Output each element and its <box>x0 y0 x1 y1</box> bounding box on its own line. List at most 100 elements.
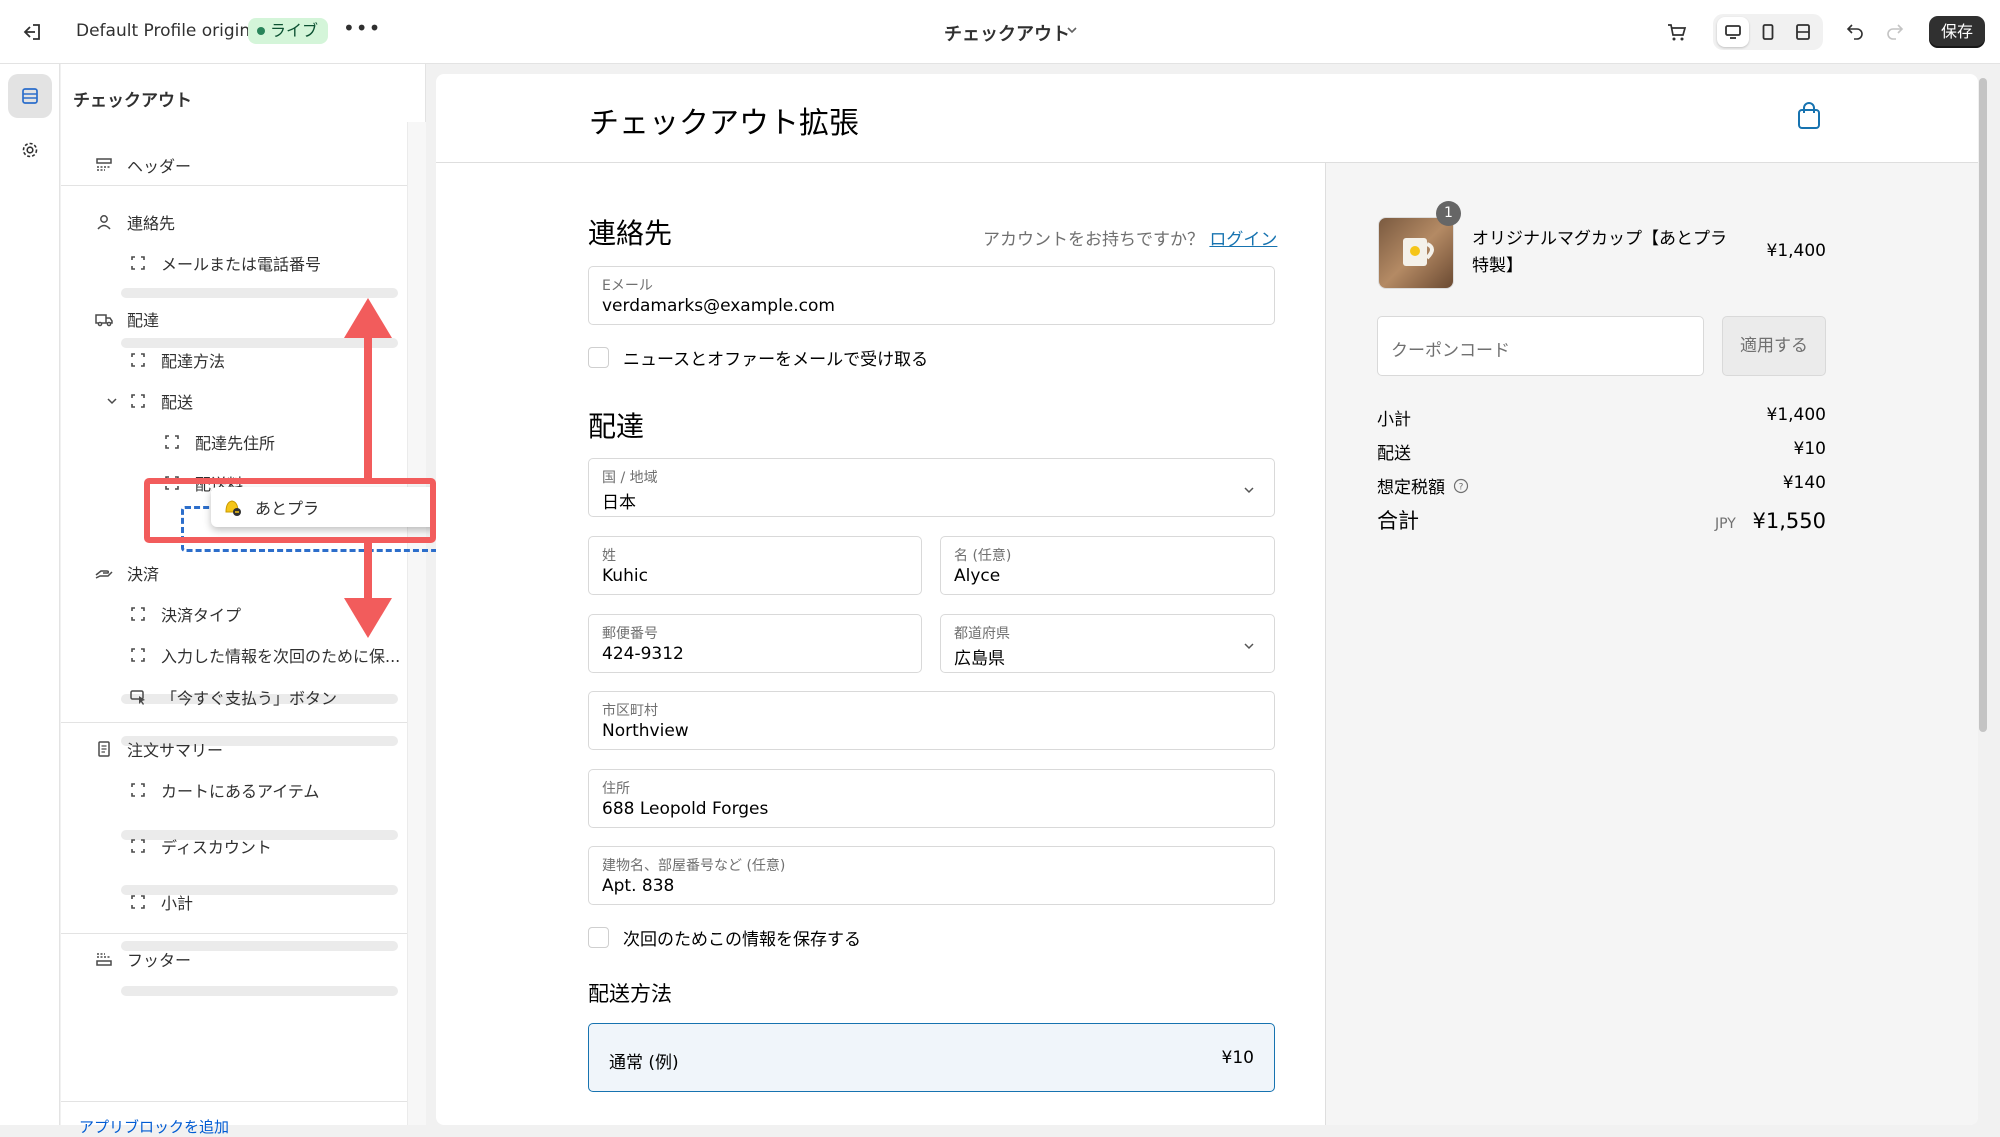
truck-icon <box>93 308 115 330</box>
left-rail <box>0 64 60 1125</box>
tax-label: 想定税額 <box>1377 478 1445 498</box>
cart-icon[interactable] <box>1665 20 1689 48</box>
sidebar-scrollbar[interactable] <box>407 122 426 1125</box>
sidebar-item-label: 連絡先 <box>127 214 176 233</box>
prefecture-select[interactable]: 都道府県 広島県 <box>940 614 1275 673</box>
sidebar-item-label: 配達先住所 <box>195 434 276 453</box>
placeholder-bar <box>121 288 398 298</box>
mobile-view-icon[interactable] <box>1752 17 1784 47</box>
shipping-row: 配送 ¥10 <box>1377 439 1826 464</box>
sidebar-item-shipping-address[interactable]: 配達先住所 <box>161 427 275 457</box>
sidebar-item-discount[interactable]: ディスカウント <box>127 831 272 861</box>
login-link[interactable]: ログイン <box>1209 230 1277 250</box>
sidebar-item-footer[interactable]: フッター <box>93 944 191 974</box>
checkbox-box[interactable] <box>588 347 609 368</box>
sections-sidebar: チェックアウト ヘッダー 連絡先 メールまたは電話番号 配達 配達方法 配送 配… <box>61 64 485 1136</box>
chevron-down-icon <box>1242 482 1256 501</box>
block-bracket-icon <box>127 835 149 857</box>
sidebar-item-label: フッター <box>127 951 192 970</box>
country-select[interactable]: 国 / 地域 日本 <box>588 458 1275 517</box>
settings-gear-icon[interactable] <box>8 128 52 172</box>
undo-icon[interactable] <box>1844 20 1866 46</box>
newsletter-label: ニュースとオファーをメールで受け取る <box>623 350 929 370</box>
order-summary-panel <box>1325 163 1978 1125</box>
delivery-heading: 配達 <box>588 410 645 443</box>
shipping-label: 配送 <box>1377 444 1411 464</box>
desktop-view-icon[interactable] <box>1717 17 1749 47</box>
email-field[interactable]: Eメール verdamarks@example.com <box>588 266 1275 325</box>
chevron-down-icon[interactable] <box>1065 22 1079 41</box>
checkbox-box[interactable] <box>588 927 609 948</box>
sidebar-item-pay-now-button[interactable]: 「今すぐ支払う」ボタン <box>127 682 337 712</box>
email-field-value: verdamarks@example.com <box>602 296 835 316</box>
city-field[interactable]: 市区町村 Northview <box>588 691 1275 750</box>
subtotal-row: 小計 ¥1,400 <box>1377 405 1826 430</box>
sections-icon[interactable] <box>8 74 52 118</box>
store-title[interactable]: チェックアウト拡張 <box>589 98 859 142</box>
sidebar-item-label: 注文サマリー <box>127 741 224 760</box>
sidebar-item-payment[interactable]: 決済 <box>93 558 159 588</box>
sidebar-item-header[interactable]: ヘッダー <box>93 150 191 180</box>
preview-scrollbar[interactable] <box>1979 78 1987 732</box>
add-app-block-link[interactable]: アプリブロックを追加 <box>79 1116 229 1137</box>
account-prompt: アカウントをお持ちですか？ ログイン <box>983 225 1277 250</box>
sidebar-item-payment-type[interactable]: 決済タイプ <box>127 599 241 629</box>
coupon-input[interactable]: クーポンコード <box>1377 316 1704 376</box>
postal-code-value: 424-9312 <box>602 644 684 664</box>
block-bracket-icon <box>127 891 149 913</box>
product-quantity-badge: 1 <box>1436 201 1461 226</box>
subtotal-label: 小計 <box>1377 410 1411 430</box>
first-name-value: Alyce <box>954 566 1001 586</box>
last-name-field[interactable]: 姓 Kuhic <box>588 536 922 595</box>
shopping-bag-icon[interactable] <box>1796 101 1822 135</box>
save-button[interactable]: 保存 <box>1929 16 1985 48</box>
info-icon[interactable]: ? <box>1453 478 1469 494</box>
save-info-label: 次回のためこの情報を保存する <box>623 930 861 950</box>
live-status-badge: ライブ <box>248 18 329 44</box>
sidebar-item-delivery[interactable]: 配達 <box>93 304 159 334</box>
city-label: 市区町村 <box>602 703 658 719</box>
sidebar-item-order-summary[interactable]: 注文サマリー <box>93 734 223 764</box>
sidebar-item-contact[interactable]: 連絡先 <box>93 207 175 237</box>
last-name-label: 姓 <box>602 548 616 564</box>
sidebar-item-contact-field[interactable]: メールまたは電話番号 <box>127 248 321 278</box>
postal-code-field[interactable]: 郵便番号 424-9312 <box>588 614 922 673</box>
account-prompt-text: アカウントをお持ちですか？ <box>983 230 1204 250</box>
sidebar-item-subtotal[interactable]: 小計 <box>127 887 193 917</box>
last-name-value: Kuhic <box>602 566 648 586</box>
contact-heading: 連絡先 <box>588 217 673 250</box>
store-header: チェックアウト拡張 <box>436 74 1978 163</box>
divider <box>61 185 407 186</box>
country-label: 国 / 地域 <box>602 470 658 486</box>
fullscreen-view-icon[interactable] <box>1787 17 1819 47</box>
address-value: 688 Leopold Forges <box>602 799 769 819</box>
exit-icon[interactable] <box>18 18 46 46</box>
sidebar-item-remember-me[interactable]: 入力した情報を次回のために保... <box>127 640 400 670</box>
apply-coupon-button[interactable]: 適用する <box>1722 316 1826 376</box>
address2-value: Apt. 838 <box>602 876 675 896</box>
shipping-option[interactable]: 通常 (例) ¥10 <box>588 1023 1275 1092</box>
block-bracket-icon <box>127 349 149 371</box>
total-row: 合計 JPY ¥1,550 <box>1377 505 1826 535</box>
more-actions-button[interactable]: ••• <box>343 16 381 40</box>
save-info-checkbox[interactable]: 次回のためこの情報を保存する <box>588 925 861 950</box>
chevron-down-icon[interactable] <box>101 390 123 412</box>
shipping-value: ¥10 <box>1793 439 1826 459</box>
theme-profile-name: Default Profile original <box>76 21 266 41</box>
sidebar-item-delivery-method[interactable]: 配達方法 <box>127 345 225 375</box>
sidebar-item-cart-items[interactable]: カートにあるアイテム <box>127 775 319 805</box>
city-value: Northview <box>602 721 689 741</box>
sidebar-item-label: 小計 <box>161 894 194 913</box>
total-amount-group: JPY ¥1,550 <box>1715 509 1826 533</box>
total-value: ¥1,550 <box>1752 509 1826 533</box>
address-field[interactable]: 住所 688 Leopold Forges <box>588 769 1275 828</box>
address2-field[interactable]: 建物名、部屋番号など (任意) Apt. 838 <box>588 846 1275 905</box>
total-label: 合計 <box>1377 509 1419 533</box>
sidebar-item-shipping[interactable]: 配送 <box>101 386 193 416</box>
first-name-field[interactable]: 名 (任意) Alyce <box>940 536 1275 595</box>
divider <box>61 933 407 934</box>
newsletter-checkbox[interactable]: ニュースとオファーをメールで受け取る <box>588 345 928 370</box>
page-selector[interactable]: チェックアウト <box>944 20 1070 46</box>
redo-icon[interactable] <box>1884 20 1906 46</box>
cursor-click-icon <box>127 686 149 708</box>
